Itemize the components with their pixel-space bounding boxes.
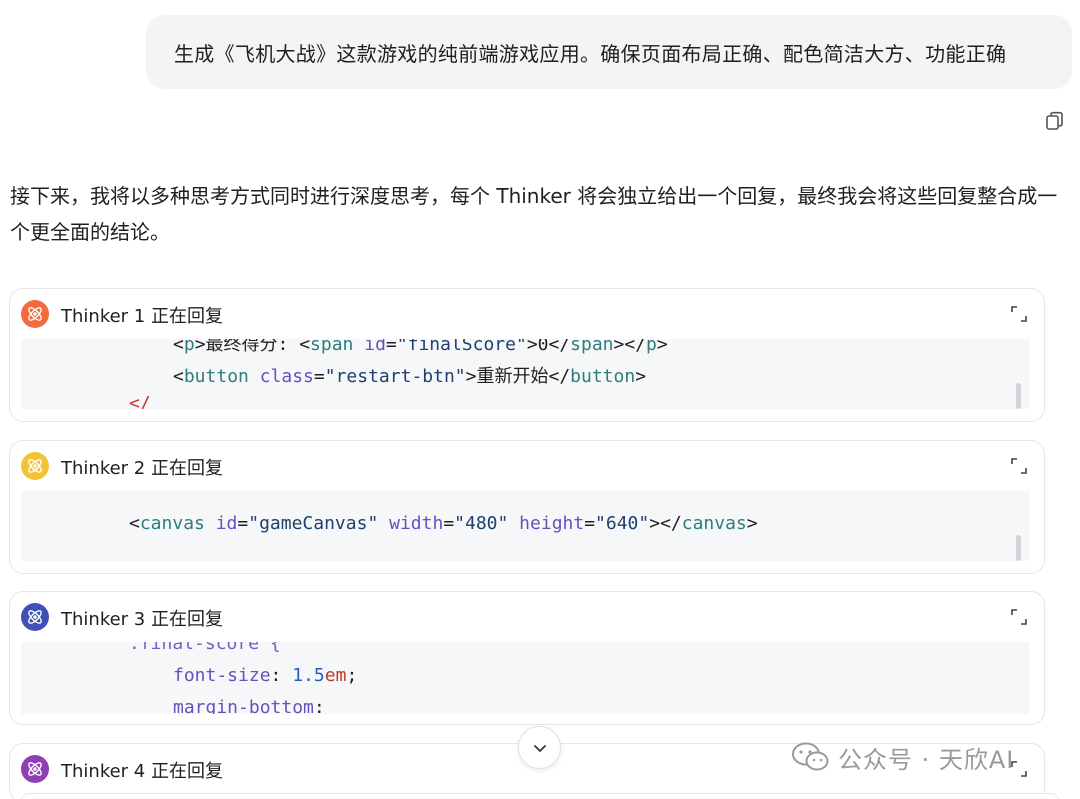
chat-page: 生成《飞机大战》这款游戏的纯前端游戏应用。确保页面布局正确、配色简洁大方、功能正… (0, 0, 1080, 799)
thinker-avatar (21, 300, 49, 328)
code-block: <canvas id="gameCanvas" width="480" heig… (21, 491, 1029, 561)
watermark: 公众号 · 天欣AI (790, 740, 1014, 774)
atom-icon (28, 610, 42, 624)
expand-button[interactable] (1010, 608, 1028, 626)
expand-icon (1011, 458, 1027, 474)
thinker-card-header: Thinker 2 正在回复 (10, 441, 1044, 491)
code-line: font-size: 1.5em; (173, 665, 358, 686)
thinker-card-header: Thinker 3 正在回复 (10, 592, 1044, 642)
code-line: <canvas id="gameCanvas" width="480" heig… (129, 513, 758, 534)
atom-icon (28, 459, 42, 473)
thinker-card-header: Thinker 1 正在回复 (10, 289, 1044, 339)
thinker-avatar (21, 755, 49, 783)
user-message-text: 生成《飞机大战》这款游戏的纯前端游戏应用。确保页面布局正确、配色简洁大方、功能正… (174, 41, 1007, 66)
thinker-title: Thinker 2 正在回复 (61, 458, 223, 479)
atom-icon (28, 762, 42, 776)
code-block: .final-score { font-size: 1.5em; margin-… (21, 642, 1029, 714)
thinker-title: Thinker 1 正在回复 (61, 306, 223, 327)
chevron-down-icon (533, 744, 546, 752)
thinker-title: Thinker 3 正在回复 (61, 609, 223, 630)
expand-button[interactable] (1010, 457, 1028, 475)
code-line: </ (129, 393, 151, 409)
thinker-title: Thinker 4 正在回复 (61, 761, 223, 782)
thinker-avatar (21, 603, 49, 631)
code-line: <p>最终得分: <span id="finalScore">0</span><… (173, 339, 668, 355)
atom-icon (28, 307, 42, 321)
scroll-down-button[interactable] (518, 726, 561, 769)
code-block: <p>最终得分: <span id="finalScore">0</span><… (21, 339, 1029, 409)
code-line: <button class="restart-btn">重新开始</button… (173, 366, 647, 387)
watermark-text: 公众号 · 天欣AI (838, 745, 1015, 774)
code-scrollbar[interactable] (1016, 383, 1021, 409)
wechat-icon (792, 742, 829, 771)
expand-button[interactable] (1010, 305, 1028, 323)
user-message-bubble: 生成《飞机大战》这款游戏的纯前端游戏应用。确保页面布局正确、配色简洁大方、功能正… (146, 15, 1072, 89)
next-card-edge (20, 793, 1060, 799)
copy-icon (1046, 111, 1063, 130)
expand-icon (1011, 609, 1027, 625)
thinker-card-1: Thinker 1 正在回复 <p>最终得分: <span id="finalS… (9, 288, 1045, 422)
assistant-intro-text: 接下来，我将以多种思考方式同时进行深度思考，每个 Thinker 将会独立给出一… (10, 184, 1058, 244)
code-scrollbar[interactable] (1016, 535, 1021, 561)
copy-button[interactable] (1044, 110, 1066, 132)
expand-icon (1011, 306, 1027, 322)
code-line: margin-bottom: (173, 697, 325, 714)
thinker-card-3: Thinker 3 正在回复 .final-score { font-size:… (9, 591, 1045, 725)
thinker-avatar (21, 452, 49, 480)
thinker-card-2: Thinker 2 正在回复 <canvas id="gameCanvas" w… (9, 440, 1045, 574)
code-line: .final-score { (129, 642, 281, 654)
